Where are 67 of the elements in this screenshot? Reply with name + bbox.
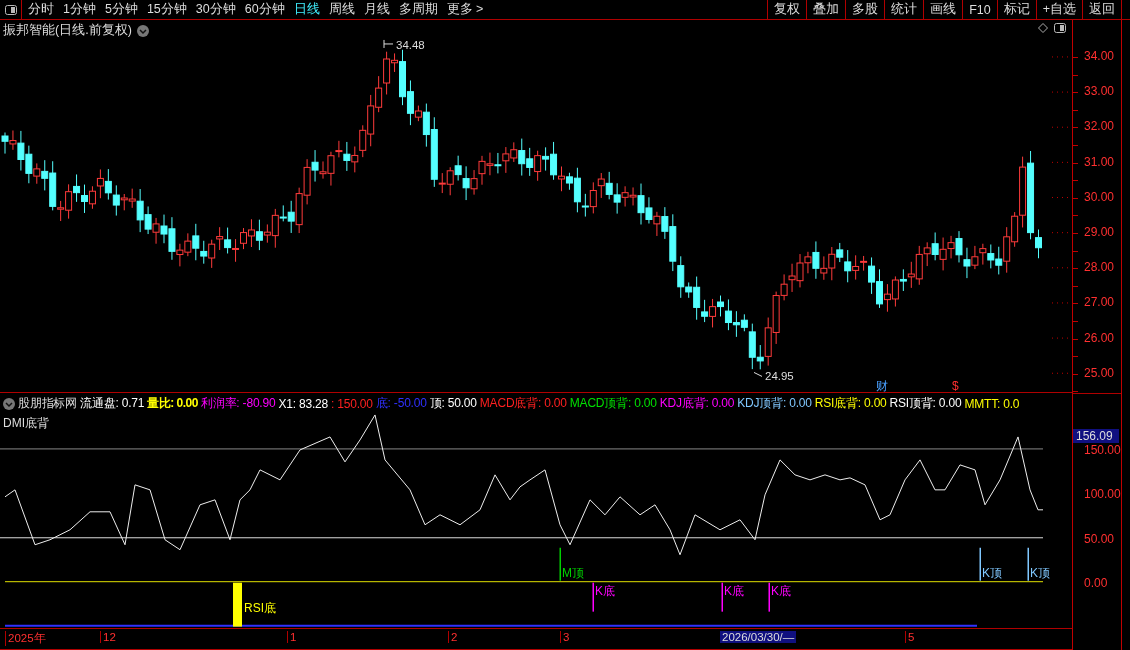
panel-toggle-icon[interactable] [4, 4, 17, 15]
signal-label: K顶 [1030, 566, 1050, 581]
current-value-label: 156.09 [1073, 429, 1119, 443]
period-tab[interactable]: 月线 [363, 1, 390, 18]
indicator-axis-label: 100.00 [1084, 487, 1121, 502]
indicator-axis-label: 0.00 [1084, 575, 1108, 590]
period-tab[interactable]: 15分钟 [146, 1, 187, 18]
indicator-subtitle: DMI底背 [3, 415, 49, 433]
legend-item: 顶: 50.00 [429, 395, 477, 413]
date-label: 3 [560, 631, 572, 644]
diamond-icon[interactable] [1038, 23, 1048, 33]
date-label: 12 [100, 631, 118, 644]
date-label: 1 [287, 631, 299, 644]
legend-item: : 150.00 [331, 396, 373, 411]
period-tab[interactable]: 60分钟 [244, 1, 285, 18]
legend-item: KDJ顶背: 0.00 [737, 395, 812, 413]
price-axis-label: 33.00 [1084, 84, 1115, 99]
legend-item: MACD顶背: 0.00 [569, 395, 657, 413]
legend-item: MMTT: 0.0 [964, 396, 1020, 411]
event-marker[interactable]: 财 [876, 379, 888, 393]
price-axis-label: 34.00 [1084, 49, 1115, 63]
legend-item: X1: 83.28 [278, 396, 328, 411]
date-label: 5 [905, 631, 917, 644]
price-axis-label: 28.00 [1084, 260, 1115, 275]
period-tab[interactable]: 更多 > [446, 1, 484, 18]
chevron-down-icon[interactable] [136, 24, 149, 37]
high-price-annotation: 34.48 [383, 38, 425, 51]
panel-toggle-icon[interactable] [1054, 23, 1066, 33]
legend-item: RSI底背: 0.00 [814, 395, 887, 413]
legend-item: RSI顶背: 0.00 [889, 395, 962, 413]
period-tab[interactable]: 5分钟 [104, 1, 138, 18]
legend-item: 利润率: -80.90 [200, 395, 276, 413]
price-axis-label: 25.00 [1084, 365, 1115, 380]
low-price-annotation: 24.95 [753, 370, 794, 383]
price-axis-label: 30.00 [1084, 189, 1115, 204]
price-axis-label: 32.00 [1084, 119, 1115, 134]
period-tab[interactable]: 分时 [28, 1, 54, 18]
indicator-name: 股朋指标网 [18, 395, 77, 413]
legend-item: 量比: 0.00 [147, 395, 198, 413]
signal-label: K底 [771, 584, 791, 599]
stock-title: 振邦智能(日线.前复权) [3, 22, 132, 39]
signal-label: RSI底 [244, 601, 276, 616]
period-tab[interactable]: 30分钟 [195, 1, 236, 18]
period-tab[interactable]: 1分钟 [63, 1, 96, 18]
price-axis-label: 29.00 [1084, 225, 1115, 239]
legend-item: MACD底背: 0.00 [479, 395, 567, 413]
indicator-axis-label: 50.00 [1084, 531, 1115, 546]
date-label: 2026/03/30/— [720, 631, 797, 644]
signal-label: K底 [595, 584, 615, 599]
date-label: 2025年 [5, 631, 48, 647]
period-tab[interactable]: 周线 [328, 1, 355, 18]
chevron-down-icon[interactable] [3, 397, 15, 410]
legend-item: KDJ底背: 0.00 [659, 395, 735, 413]
date-label: 2 [448, 631, 460, 644]
price-axis-label: 31.00 [1084, 154, 1115, 169]
price-axis-label: 27.00 [1084, 295, 1115, 310]
signal-label: K底 [724, 584, 744, 599]
indicator-axis-label: 150.00 [1084, 443, 1121, 457]
event-marker[interactable]: $ [952, 379, 959, 393]
toolbar-button[interactable]: 返回 [1082, 0, 1122, 19]
legend-item: 底: -50.00 [375, 395, 427, 413]
period-tab[interactable]: 多周期 [398, 1, 438, 18]
signal-label: M顶 [562, 566, 584, 581]
legend-item: 流通盘: 0.71 [80, 395, 145, 413]
price-axis-label: 26.00 [1084, 330, 1115, 345]
signal-label: K顶 [982, 566, 1002, 581]
period-tab[interactable]: 日线 [293, 1, 320, 18]
